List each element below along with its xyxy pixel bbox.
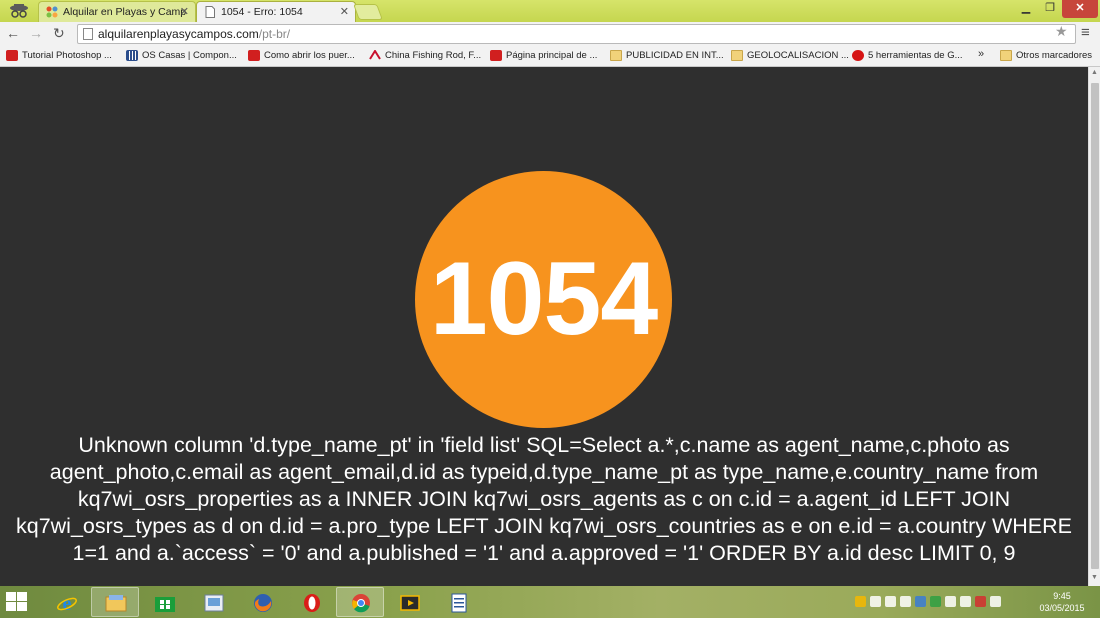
windows-start-icon[interactable] (6, 592, 28, 612)
tray-cloud-icon[interactable] (885, 596, 896, 607)
clock-time: 9:45 (1053, 591, 1071, 601)
tab-close-icon[interactable]: ✕ (180, 5, 189, 18)
page-content: 1054 Unknown column 'd.type_name_pt' in … (0, 67, 1088, 586)
error-message: Unknown column 'd.type_name_pt' in 'fiel… (15, 433, 1072, 565)
forward-arrow-icon[interactable]: → (29, 25, 43, 41)
bookmark-star-icon[interactable]: ★ (1055, 23, 1068, 40)
tab-close-icon[interactable]: ✕ (340, 5, 349, 18)
red-circle-icon (852, 50, 864, 61)
taskbar-clock[interactable]: 9:45 03/05/2015 (1032, 590, 1092, 614)
browser-toolbar: ← → ↻ alquilarenplayasycampos.com/pt-br/… (0, 22, 1100, 46)
file-explorer-icon (105, 595, 127, 612)
bookmark-item[interactable]: Tutorial Photoshop ... (6, 48, 112, 64)
system-tray[interactable] (855, 594, 1005, 610)
joomla-favicon-icon (46, 6, 58, 18)
bookmark-folder[interactable]: GEOLOCALISACION ... (731, 48, 849, 64)
tray-app-icon[interactable] (870, 596, 881, 607)
store-icon (155, 597, 175, 612)
taskbar-chrome[interactable] (336, 587, 384, 617)
tray-volume-icon[interactable] (990, 596, 1001, 607)
windows-taskbar: e 9:45 03/05/2015 (0, 586, 1100, 618)
url-host: alquilarenplayasycampos.com (98, 27, 259, 41)
taskbar-picture-viewer[interactable] (189, 587, 237, 617)
browser-titlebar: Alquilar en Playas y Camp ✕ 1054 - Erro:… (0, 0, 1100, 22)
taskbar-internet-explorer[interactable]: e (42, 587, 90, 617)
bookmark-item[interactable]: Como abrir los puer... (248, 48, 355, 64)
opera-icon (304, 594, 320, 612)
folder-icon (1000, 50, 1012, 61)
youtube-icon (490, 50, 502, 61)
taskbar-firefox[interactable] (238, 587, 286, 617)
other-bookmarks-folder[interactable]: Otros marcadores (1000, 48, 1092, 64)
taskbar-media[interactable] (385, 587, 433, 617)
taskbar-opera[interactable] (287, 587, 335, 617)
error-code: 1054 (429, 241, 658, 357)
folder-icon (731, 50, 743, 61)
bookmark-label: 5 herramientas de G... (868, 50, 963, 61)
page-scrollbar[interactable]: ▲ ▼ (1088, 67, 1100, 586)
tray-app-icon[interactable] (855, 596, 866, 607)
tab-title: 1054 - Erro: 1054 (221, 6, 303, 18)
tab-title: Alquilar en Playas y Camp (63, 6, 187, 18)
page-icon (83, 28, 93, 40)
tray-app-icon[interactable] (900, 596, 911, 607)
picture-viewer-icon (204, 594, 224, 612)
bookmark-label: China Fishing Rod, F... (385, 50, 482, 61)
taskbar-document[interactable] (434, 587, 482, 617)
youtube-icon (6, 50, 18, 61)
bookmark-folder[interactable]: PUBLICIDAD EN INT... (610, 48, 724, 64)
new-tab-button[interactable] (353, 4, 383, 20)
tray-app-icon[interactable] (945, 596, 956, 607)
minimize-button[interactable]: ▁ (1014, 0, 1038, 18)
bookmarks-bar: Tutorial Photoshop ... OS Casas | Compon… (0, 46, 1100, 67)
document-icon (451, 593, 467, 613)
taskbar-file-explorer[interactable] (91, 587, 139, 617)
tab-error-1054[interactable]: 1054 - Erro: 1054 ✕ (196, 1, 356, 22)
scroll-down-arrow-icon[interactable]: ▼ (1091, 574, 1098, 581)
tray-network-icon[interactable] (960, 596, 971, 607)
scroll-up-arrow-icon[interactable]: ▲ (1091, 69, 1098, 76)
url-path: /pt-br/ (258, 27, 291, 41)
youtube-icon (248, 50, 260, 61)
aliexpress-icon (369, 50, 381, 60)
bookmark-label: Otros marcadores (1016, 50, 1093, 61)
bookmark-item[interactable]: OS Casas | Compon... (126, 48, 237, 64)
media-icon (400, 595, 420, 611)
page-favicon-icon (205, 6, 215, 18)
tray-app-icon[interactable] (915, 596, 926, 607)
tray-app-icon[interactable] (930, 596, 941, 607)
bookmark-label: GEOLOCALISACION ... (747, 50, 849, 61)
bookmark-item[interactable]: 5 herramientas de G... (852, 48, 963, 64)
bookmark-label: Como abrir los puer... (264, 50, 355, 61)
chrome-icon (352, 594, 370, 613)
bookmark-item[interactable]: Página principal de ... (490, 48, 597, 64)
grid-icon (126, 50, 138, 61)
scrollbar-thumb[interactable] (1091, 83, 1099, 569)
bookmark-item[interactable]: China Fishing Rod, F... (369, 48, 481, 64)
taskbar-store[interactable] (140, 587, 188, 617)
bookmark-label: PUBLICIDAD EN INT... (626, 50, 724, 61)
bookmarks-overflow-button[interactable]: » (978, 48, 984, 60)
chrome-menu-icon[interactable]: ≡ (1081, 24, 1090, 41)
firefox-icon (254, 594, 272, 612)
folder-icon (610, 50, 622, 61)
incognito-icon (10, 4, 28, 18)
reload-icon[interactable]: ↻ (53, 25, 65, 41)
bookmark-label: Tutorial Photoshop ... (22, 50, 112, 61)
clock-date: 03/05/2015 (1039, 603, 1085, 613)
maximize-button[interactable]: ❐ (1038, 0, 1062, 18)
close-window-button[interactable]: ✕ (1062, 0, 1098, 18)
internet-explorer-icon: e (57, 593, 77, 613)
tab-alquilar[interactable]: Alquilar en Playas y Camp ✕ (38, 1, 196, 22)
error-code-circle: 1054 (415, 171, 672, 428)
bookmark-label: OS Casas | Compon... (142, 50, 237, 61)
back-arrow-icon[interactable]: ← (6, 25, 20, 41)
bookmark-label: Página principal de ... (506, 50, 598, 61)
address-bar[interactable]: alquilarenplayasycampos.com/pt-br/ (77, 24, 1076, 44)
tray-flag-icon[interactable] (975, 596, 986, 607)
